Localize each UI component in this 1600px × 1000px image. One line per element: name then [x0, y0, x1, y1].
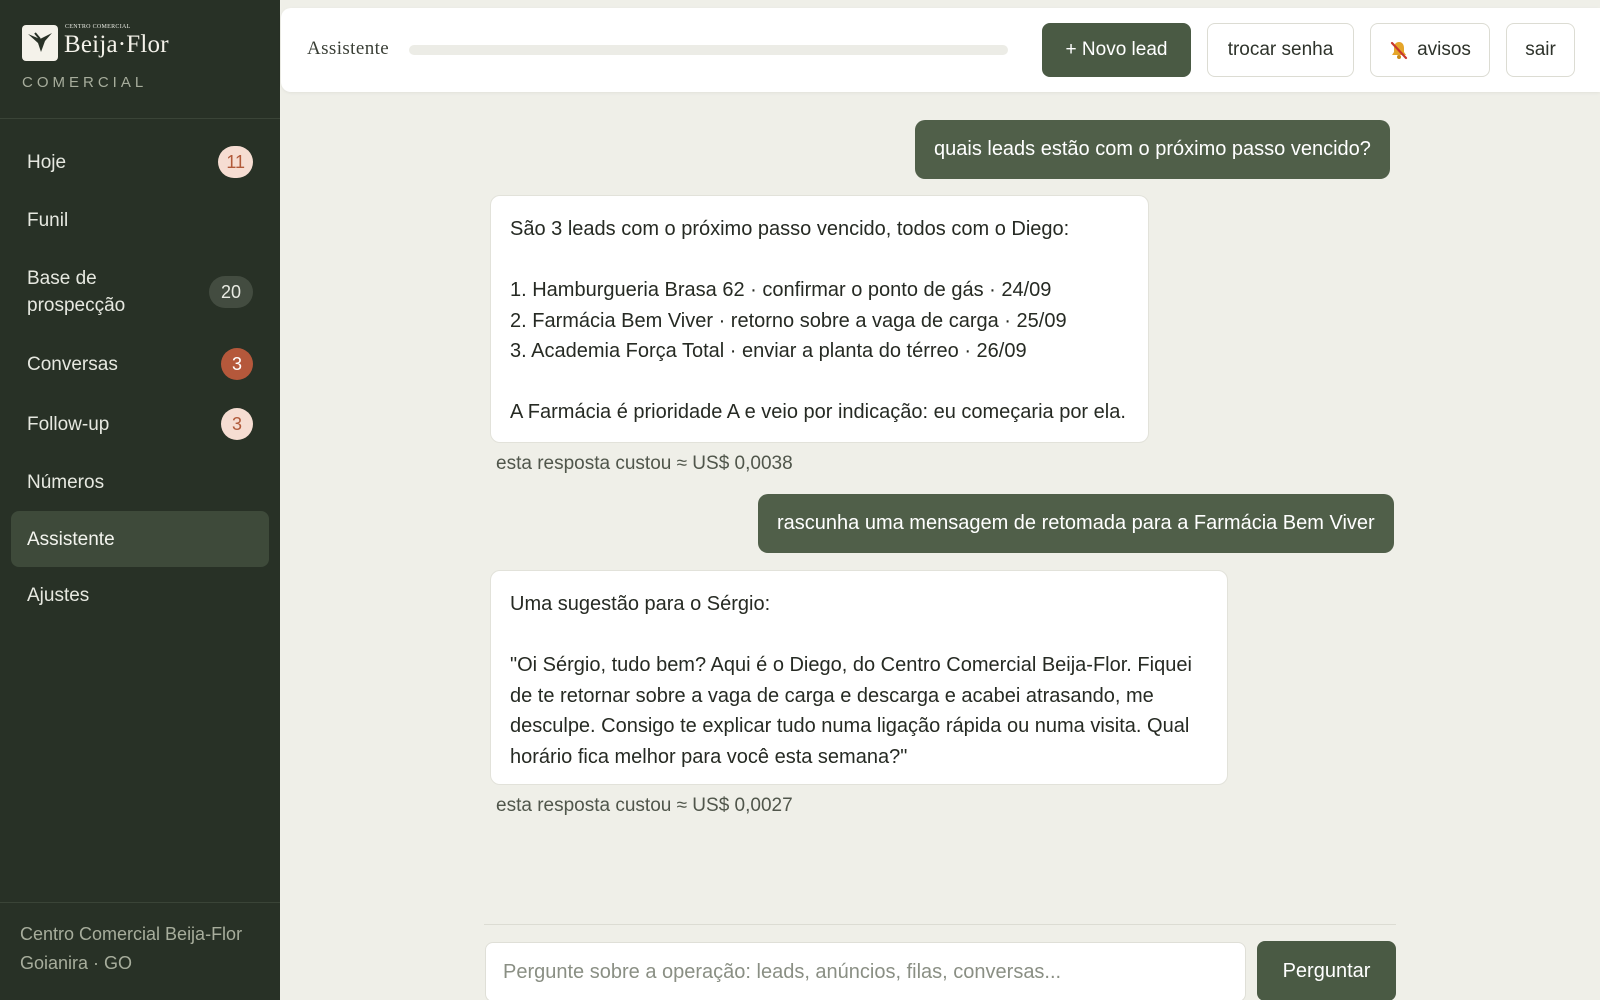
response-cost: esta resposta custou ≈ US$ 0,0027	[496, 795, 793, 816]
app-root: CENTRO COMERCIAL Beija·Flor COMERCIAL Ho…	[0, 0, 1600, 1000]
count-badge: 20	[209, 276, 253, 308]
sidebar-footer: Centro Comercial Beija-Flor Goianira · G…	[20, 920, 242, 978]
hummingbird-icon	[22, 25, 58, 61]
count-badge: 11	[218, 146, 253, 178]
list-item: 1. Hamburgueria Brasa 62 · confirmar o p…	[510, 279, 1052, 301]
sidebar-item-label: Ajustes	[27, 584, 90, 606]
title-rule	[409, 45, 1008, 55]
message-text: A Farmácia é prioridade A e veio por ind…	[510, 401, 1126, 423]
message-text: Uma sugestão para o Sérgio:	[510, 593, 771, 615]
sidebar-item-ajustes[interactable]: Ajustes	[11, 569, 269, 621]
message-text: desculpe. Consigo te explicar tudo numa …	[510, 715, 1190, 737]
footer-company: Centro Comercial Beija-Flor	[20, 924, 243, 944]
assistant-message: Uma sugestão para o Sérgio: "Oi Sérgio, …	[490, 570, 1228, 785]
change-password-button[interactable]: trocar senha	[1207, 23, 1354, 77]
top-bar: Assistente + Novo lead trocar senha avis…	[281, 8, 1600, 92]
list-item: 3. Academia Força Total · enviar a plant…	[510, 340, 1027, 362]
sidebar-item-label: Hoje	[27, 151, 67, 173]
message-text: "Oi Sérgio, tudo bem? Aqui é o Diego, do…	[510, 654, 1192, 676]
new-lead-button[interactable]: + Novo lead	[1042, 23, 1191, 77]
sidebar-item-label: Funil	[27, 209, 69, 231]
sidebar-item-hoje[interactable]: Hoje 11	[11, 136, 269, 188]
assistant-message: São 3 leads com o próximo passo vencido,…	[490, 195, 1149, 443]
sidebar-item-label: Números	[27, 471, 105, 493]
bell-muted-icon	[1389, 40, 1409, 60]
response-cost: esta resposta custou ≈ US$ 0,0038	[496, 453, 793, 474]
sidebar-item-numeros[interactable]: Números	[11, 456, 269, 508]
sidebar-item-label: Assistente	[27, 528, 115, 550]
sidebar-item-label: Base de prospecção	[27, 268, 126, 316]
message-text: horário fica melhor para você esta seman…	[510, 745, 908, 768]
question-input[interactable]	[485, 942, 1246, 1000]
message-text: de te retornar sobre a vaga de carga e d…	[510, 684, 1154, 707]
page-title: Assistente	[307, 38, 390, 59]
ask-button[interactable]: Perguntar	[1257, 941, 1396, 1000]
message-text: São 3 leads com o próximo passo vencido,…	[510, 218, 1070, 240]
sidebar-item-label: Conversas	[27, 353, 118, 375]
brand-name: Beija·Flor	[64, 31, 169, 58]
notices-label: avisos	[1417, 39, 1471, 60]
brand-subtitle: COMERCIAL	[22, 74, 148, 91]
list-item: 2. Farmácia Bem Viver · retorno sobre a …	[510, 309, 1067, 332]
composer-divider	[484, 924, 1396, 925]
brand-small-text: CENTRO COMERCIAL	[65, 24, 131, 30]
notices-button[interactable]: avisos	[1370, 23, 1490, 77]
sidebar-item-base-de-prospeccao[interactable]: Base de prospecção 20	[11, 254, 269, 330]
count-badge: 3	[221, 408, 253, 440]
count-badge: 3	[221, 348, 253, 380]
sidebar-item-label: Follow-up	[27, 413, 110, 435]
sidebar-item-follow-up[interactable]: Follow-up 3	[11, 398, 269, 450]
user-message: rascunha uma mensagem de retomada para a…	[758, 494, 1394, 553]
logout-button[interactable]: sair	[1506, 23, 1575, 77]
sidebar-footer-divider	[0, 902, 280, 903]
sidebar-item-assistente[interactable]: Assistente	[11, 511, 269, 567]
footer-location: Goianira · GO	[20, 953, 133, 973]
sidebar: CENTRO COMERCIAL Beija·Flor COMERCIAL Ho…	[0, 0, 280, 1000]
user-message: quais leads estão com o próximo passo ve…	[915, 120, 1390, 179]
sidebar-divider	[0, 118, 280, 119]
sidebar-item-conversas[interactable]: Conversas 3	[11, 338, 269, 390]
sidebar-item-funil[interactable]: Funil	[11, 194, 269, 246]
